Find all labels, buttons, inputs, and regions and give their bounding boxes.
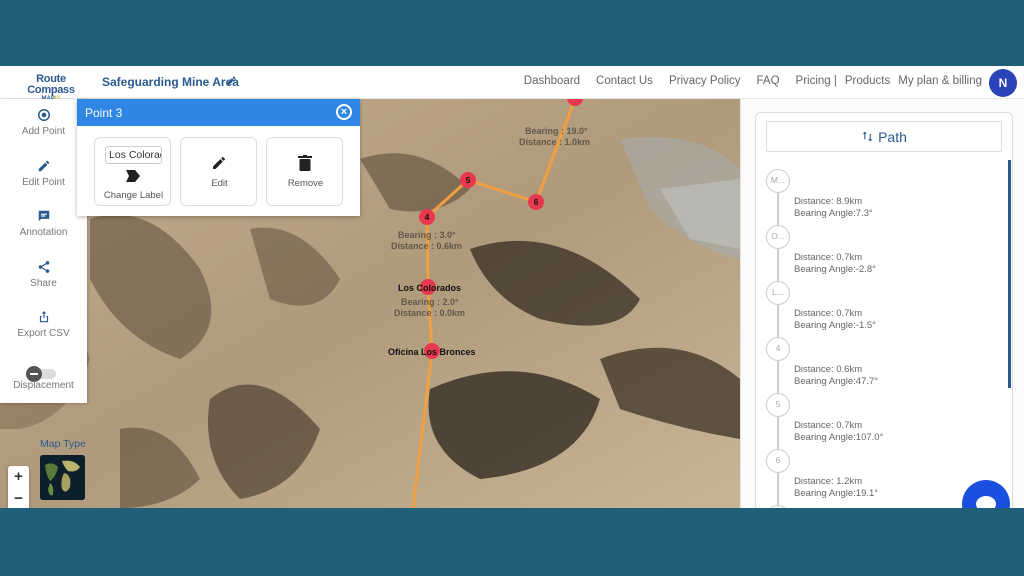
export-csv-button[interactable]: Export CSV [0,310,87,339]
zoom-in-button[interactable]: + [8,466,29,488]
add-point-button[interactable]: Add Point [0,108,87,137]
step-connector-line [777,249,779,281]
step-connector-line [777,361,779,393]
edit-text: Edit [211,178,228,189]
comment-icon [38,210,49,222]
step-connector-line [777,305,779,337]
step-distance: Distance: 8.9km [794,196,863,207]
step-node[interactable]: O... [766,225,790,249]
swap-vertical-icon [862,131,873,142]
pencil-icon [38,160,49,172]
place-label-los-colorados: Los Colorados [398,283,462,293]
app-window: Bearing : 19.0° Distance : 1.0km Bearing… [0,66,1024,508]
share-button[interactable]: Share [0,260,87,289]
step-bearing: Bearing Angle:47.7° [794,375,879,387]
place-label-oficina: Oficina Los Bronces [388,347,476,357]
map-type-button[interactable] [40,455,85,500]
path-scrollbar[interactable] [1008,160,1011,388]
step-distance: Distance: 1.2km [794,476,863,487]
annotation-label: Annotation [19,227,68,238]
change-label-text: Change Label [103,190,164,201]
segment-distance-label: Distance : 0.0km [394,308,466,318]
globe-thumbnail-icon [40,455,85,500]
popup-header: Point 3 × [77,99,360,126]
step-details: Distance: 1.2km Bearing Angle:19.1° [794,476,878,499]
displacement-label: Displacement [13,380,74,391]
user-avatar[interactable]: N [989,69,1017,97]
step-connector-line [777,473,779,505]
zoom-out-button[interactable]: − [8,488,29,508]
step-distance: Distance: 0.7km [794,308,863,319]
nav-links: Dashboard Contact Us Privacy Policy FAQ … [508,75,982,87]
trash-icon [298,155,312,171]
step-bearing: Bearing Angle:7.3° [794,207,873,219]
segment-distance-label: Distance : 1.0km [519,137,591,147]
pencil-icon [213,157,225,169]
segment-distance-label: Distance : 0.6km [391,241,463,251]
change-label-button[interactable]: Los Colorados Change Label [94,137,171,206]
share-label: Share [30,278,57,289]
step-details: Distance: 0.7km Bearing Angle:107.0° [794,420,883,443]
step-details: Distance: 0.7km Bearing Angle:-2.8° [794,252,876,275]
point-popup: Point 3 × Los Colorados Change Label Edi… [77,99,360,216]
step-node[interactable]: 4 [766,337,790,361]
step-node[interactable]: 6 [766,449,790,473]
path-button[interactable]: Path [766,121,1002,152]
nav-dashboard[interactable]: Dashboard [524,75,580,87]
segment-bearing-label: Bearing : 2.0° [401,297,459,307]
step-bearing: Bearing Angle:-1.5° [794,319,876,331]
share-icon [38,261,49,273]
path-title: Path [878,129,907,145]
step-bearing: Bearing Angle:-2.8° [794,263,876,275]
route-marker-6[interactable]: 6 [528,194,544,210]
export-csv-label: Export CSV [17,328,70,339]
step-distance: Distance: 0.6km [794,364,863,375]
nav-my-plan-billing[interactable]: My plan & billing [898,75,982,87]
displacement-toggle[interactable] [26,366,56,382]
step-distance: Distance: 0.7km [794,252,863,263]
top-navbar: Route Compass MAPIS Safeguarding Mine Ar… [0,66,1024,102]
step-connector-line [777,417,779,449]
remove-button[interactable]: Remove [266,137,343,206]
segment-bearing-label: Bearing : 3.0° [398,230,456,240]
left-toolbar: Add Point Edit Point Annotation Share Ex… [0,99,87,403]
nav-products[interactable]: Products [845,75,890,87]
edit-point-button[interactable]: Edit Point [0,159,87,188]
step-distance: Distance: 0.7km [794,420,863,431]
nav-pricing[interactable]: Pricing | [796,75,837,87]
step-details: Distance: 0.7km Bearing Angle:-1.5° [794,308,876,331]
segment-bearing-label: Bearing : 19.0° [525,126,588,136]
add-point-icon [37,109,50,121]
step-node[interactable]: L... [766,281,790,305]
step-node[interactable]: 5 [766,393,790,417]
route-marker-5[interactable]: 5 [460,172,476,188]
nav-contact-us[interactable]: Contact Us [596,75,653,87]
step-bearing: Bearing Angle:107.0° [794,431,884,443]
logo-text: Route Compass [27,73,75,96]
label-tag-icon [126,170,140,182]
remove-text: Remove [287,178,324,189]
annotation-button[interactable]: Annotation [0,209,87,238]
edit-title-pencil-icon[interactable] [225,75,237,87]
add-point-label: Add Point [21,126,66,137]
step-details: Distance: 8.9km Bearing Angle:7.3° [794,196,873,219]
label-input[interactable]: Los Colorados [105,146,162,164]
edit-point-label: Edit Point [22,177,65,188]
popup-title: Point 3 [85,106,123,120]
step-details: Distance: 0.6km Bearing Angle:47.7° [794,364,878,387]
step-connector-line [777,193,779,225]
close-icon[interactable]: × [336,104,352,120]
step-node[interactable]: M... [766,169,790,193]
step-bearing: Bearing Angle:19.1° [794,487,879,499]
zoom-control: + − ▲ [8,466,29,508]
project-title: Safeguarding Mine Area [102,75,239,89]
export-icon [39,311,48,323]
nav-faq[interactable]: FAQ [757,75,780,87]
map-type-label: Map Type [40,438,86,450]
edit-button[interactable]: Edit [180,137,257,206]
nav-privacy-policy[interactable]: Privacy Policy [669,75,741,87]
route-marker-4[interactable]: 4 [419,209,435,225]
